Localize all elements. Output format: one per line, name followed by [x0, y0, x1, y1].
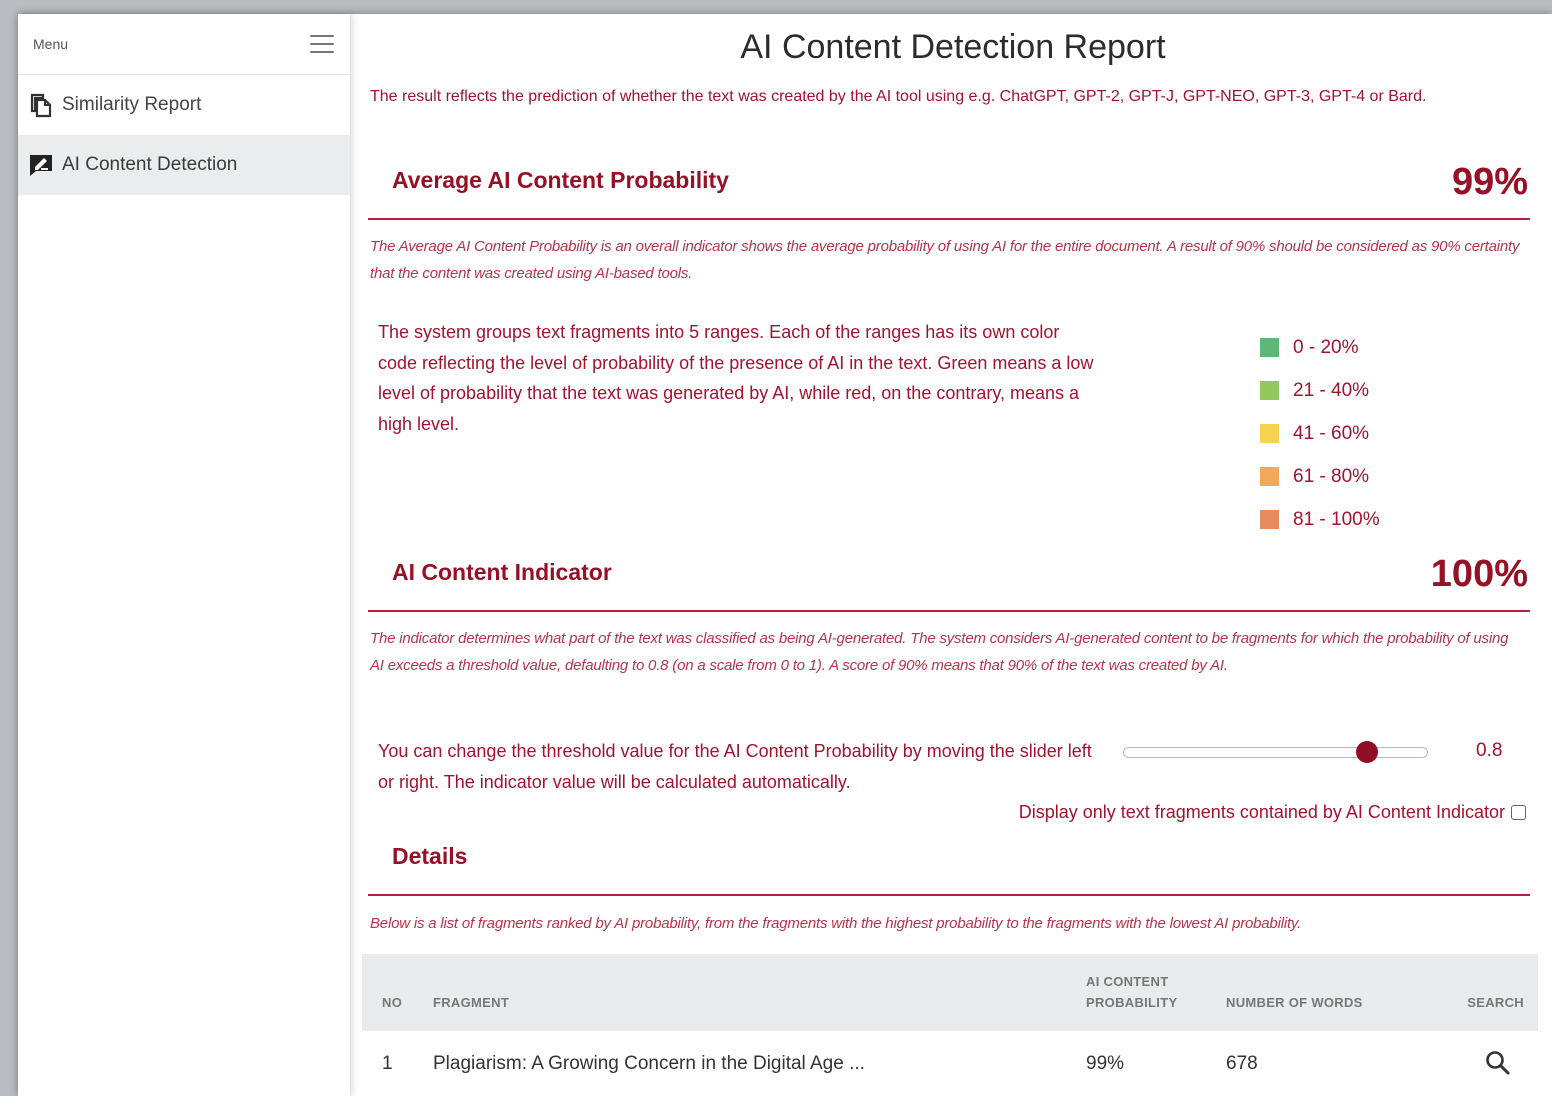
legend-label: 21 - 40% — [1293, 379, 1370, 401]
ranges-description: The system groups text fragments into 5 … — [378, 322, 1094, 434]
sidebar-item-label: AI Content Detection — [62, 154, 238, 175]
hamburger-icon[interactable] — [310, 35, 334, 53]
legend-swatch — [1260, 467, 1279, 486]
column-words: NUMBER OF WORDS — [1226, 995, 1363, 1010]
average-probability-header: Average AI Content Probability 99% — [368, 150, 1530, 220]
probability-legend: 0 - 20% 21 - 40% 41 - 60% 61 - 80% 81 - … — [1260, 326, 1380, 541]
column-fragment: FRAGMENT — [433, 995, 510, 1010]
details-header: Details — [368, 826, 1530, 896]
fragment-filter-checkbox[interactable] — [1511, 805, 1526, 820]
legend-label: 0 - 20% — [1293, 336, 1359, 358]
sidebar: Menu Similarity Report AI Content Detect… — [18, 14, 351, 1096]
legend-label: 41 - 60% — [1293, 422, 1370, 444]
table-row[interactable]: 1 Plagiarism: A Growing Concern in the D… — [362, 1031, 1538, 1095]
row-probability: 99% — [1086, 1053, 1125, 1074]
sidebar-header: Menu — [18, 14, 350, 75]
legend-swatch — [1260, 381, 1279, 400]
main-content: AI Content Detection Report The result r… — [362, 14, 1538, 1096]
search-icon[interactable] — [1484, 1049, 1512, 1077]
threshold-value: 0.8 — [1476, 740, 1503, 761]
average-probability-title: Average AI Content Probability — [392, 167, 729, 193]
copy-pages-icon — [28, 92, 54, 118]
legend-swatch — [1260, 338, 1279, 357]
legend-label: 61 - 80% — [1293, 465, 1370, 487]
legend-item: 21 - 40% — [1260, 369, 1380, 412]
page-title: AI Content Detection Report — [740, 28, 1166, 66]
legend-item: 61 - 80% — [1260, 455, 1380, 498]
report-window: Menu Similarity Report AI Content Detect… — [18, 14, 1552, 1096]
average-probability-description: The Average AI Content Probability is an… — [370, 238, 1520, 282]
legend-item: 0 - 20% — [1260, 326, 1380, 369]
menu-label: Menu — [33, 36, 69, 52]
average-probability-value: 99% — [1451, 161, 1528, 203]
sidebar-item-label: Similarity Report — [62, 94, 202, 115]
threshold-slider[interactable] — [1123, 741, 1428, 763]
intro-text: The result reflects the prediction of wh… — [370, 88, 1427, 105]
row-fragment[interactable]: Plagiarism: A Growing Concern in the Dig… — [433, 1053, 865, 1075]
ai-indicator-title: AI Content Indicator — [392, 559, 612, 585]
details-title: Details — [392, 843, 468, 869]
slider-track[interactable] — [1123, 747, 1428, 758]
fragments-table: NO FRAGMENT AI CONTENT PROBABILITY NUMBE… — [362, 954, 1538, 1095]
legend-label: 81 - 100% — [1293, 508, 1380, 530]
table-header: NO FRAGMENT AI CONTENT PROBABILITY NUMBE… — [362, 954, 1538, 1031]
fragment-filter-label: Display only text fragments contained by… — [1018, 802, 1505, 822]
sidebar-item-similarity-report[interactable]: Similarity Report — [18, 75, 350, 135]
slider-description: You can change the threshold value for t… — [378, 741, 1092, 792]
row-word-count: 678 — [1226, 1053, 1258, 1074]
fragment-filter-row: Display only text fragments contained by… — [1019, 802, 1526, 823]
ai-edit-icon — [28, 152, 54, 178]
ai-indicator-header: AI Content Indicator 100% — [368, 542, 1530, 612]
slider-thumb[interactable] — [1356, 741, 1378, 763]
legend-swatch — [1260, 510, 1279, 529]
details-description: Below is a list of fragments ranked by A… — [370, 915, 1302, 932]
column-probability-line2: PROBABILITY — [1086, 995, 1178, 1010]
legend-swatch — [1260, 424, 1279, 443]
column-no: NO — [382, 995, 403, 1010]
legend-item: 81 - 100% — [1260, 498, 1380, 541]
column-probability-line1: AI CONTENT — [1086, 974, 1169, 989]
column-search: SEARCH — [1467, 995, 1524, 1010]
sidebar-item-ai-content-detection[interactable]: AI Content Detection — [18, 135, 350, 195]
row-number: 1 — [382, 1053, 393, 1074]
ai-indicator-description: The indicator determines what part of th… — [370, 630, 1509, 674]
legend-item: 41 - 60% — [1260, 412, 1380, 455]
ai-indicator-value: 100% — [1430, 553, 1528, 595]
